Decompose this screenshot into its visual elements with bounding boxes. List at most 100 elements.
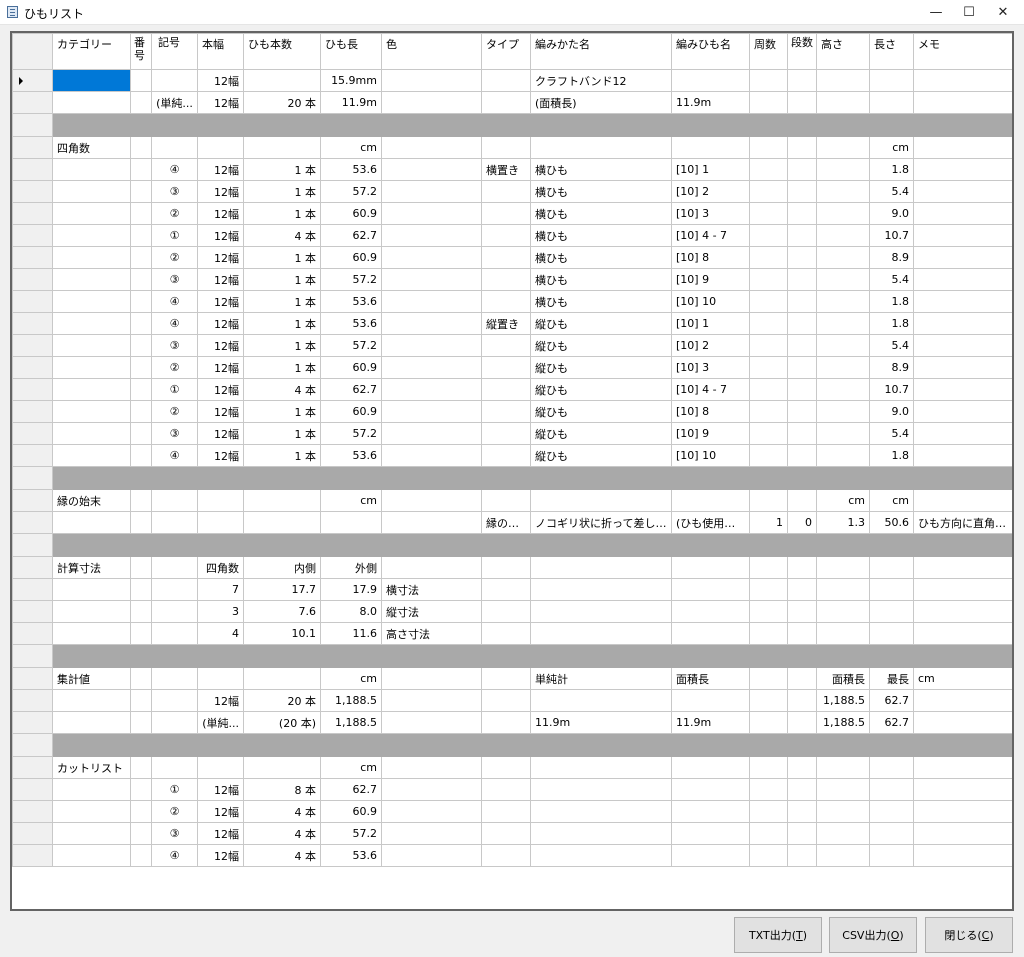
row-header[interactable] [12,136,53,159]
cell-method[interactable] [530,778,672,801]
cell-height[interactable] [816,334,870,357]
cell-steps[interactable] [787,312,817,335]
cell-method[interactable]: 横ひも [530,290,672,313]
row-header[interactable] [12,533,53,557]
cell-width[interactable] [197,667,244,690]
cell-method[interactable]: 横ひも [530,158,672,181]
cell-type[interactable] [481,667,531,690]
cell-method[interactable] [530,844,672,867]
cell-color[interactable] [381,158,482,181]
cell-height[interactable] [816,444,870,467]
cell-symbol[interactable] [151,711,198,734]
cell-symbol[interactable]: (単純... [151,91,198,114]
cell-height[interactable] [816,246,870,269]
cell-type[interactable] [481,444,531,467]
cell-color[interactable] [381,268,482,291]
cell-type[interactable] [481,91,531,114]
cell-strand[interactable]: [10] 4 - 7 [671,378,750,401]
cell-method[interactable]: 縦ひも [530,312,672,335]
cell-count[interactable] [243,667,321,690]
cell-type[interactable]: 横置き [481,158,531,181]
cell-method[interactable]: 縦ひも [530,422,672,445]
column-header-memo[interactable]: メモ [913,33,1012,70]
cell-rounds[interactable] [749,778,788,801]
cell-method[interactable]: 縦ひも [530,356,672,379]
cell-symbol[interactable]: ② [151,202,198,225]
cell-type[interactable] [481,356,531,379]
cell-category[interactable] [52,290,131,313]
row-header[interactable] [12,756,53,779]
cell-type[interactable]: 縦置き [481,312,531,335]
cell-width[interactable]: 4 [197,622,244,645]
cell-category[interactable] [52,69,131,92]
cell-color[interactable] [381,489,482,512]
cell-width[interactable]: 12幅 [197,356,244,379]
cell-len[interactable] [869,844,914,867]
close-window-button[interactable]: ✕ [986,0,1020,24]
cell-length[interactable]: 53.6 [320,290,382,313]
cell-number[interactable] [130,444,152,467]
cell-count[interactable]: 1 本 [243,268,321,291]
cell-len[interactable]: 1.8 [869,158,914,181]
cell-category[interactable]: 計算寸法 [52,556,131,579]
cell-method[interactable] [530,136,672,159]
cell-number[interactable] [130,312,152,335]
row-header[interactable] [12,224,53,247]
cell-count[interactable]: 1 本 [243,356,321,379]
row-header[interactable] [12,711,53,734]
cell-category[interactable] [52,312,131,335]
cell-count[interactable]: 20 本 [243,689,321,712]
cell-strand[interactable] [671,69,750,92]
cell-memo[interactable]: cm [913,667,1012,690]
cell-steps[interactable] [787,422,817,445]
cell-count[interactable]: 1 本 [243,290,321,313]
cell-category[interactable] [52,268,131,291]
cell-width[interactable]: 12幅 [197,844,244,867]
cell-method[interactable]: 縦ひも [530,444,672,467]
cell-length[interactable] [320,511,382,534]
cell-height[interactable] [816,756,870,779]
cell-length[interactable]: cm [320,756,382,779]
cell-memo[interactable] [913,356,1012,379]
cell-memo[interactable] [913,268,1012,291]
cell-category[interactable] [52,778,131,801]
cell-rounds[interactable] [749,312,788,335]
cell-height[interactable]: cm [816,489,870,512]
cell-steps[interactable] [787,800,817,823]
cell-length[interactable]: 62.7 [320,378,382,401]
cell-number[interactable] [130,202,152,225]
column-header-height[interactable]: 高さ [816,33,870,70]
cell-type[interactable] [481,334,531,357]
cell-number[interactable] [130,378,152,401]
cell-count[interactable]: 1 本 [243,312,321,335]
cell-length[interactable]: 17.9 [320,578,382,601]
cell-steps[interactable] [787,290,817,313]
cell-width[interactable]: 12幅 [197,422,244,445]
column-header-width[interactable]: 本幅 [197,33,244,70]
cell-width[interactable]: (単純... [197,711,244,734]
cell-count[interactable]: 4 本 [243,800,321,823]
cell-method[interactable]: 縦ひも [530,400,672,423]
cell-memo[interactable] [913,444,1012,467]
cell-category[interactable] [52,378,131,401]
cell-number[interactable] [130,136,152,159]
cell-length[interactable]: 60.9 [320,400,382,423]
cell-height[interactable] [816,202,870,225]
cell-width[interactable]: 12幅 [197,290,244,313]
cell-length[interactable]: 15.9mm [320,69,382,92]
cell-symbol[interactable] [151,600,198,623]
cell-len[interactable]: 5.4 [869,422,914,445]
column-header-steps[interactable]: 段数 [787,33,817,70]
row-header[interactable] [12,778,53,801]
cell-count[interactable]: 17.7 [243,578,321,601]
cell-width[interactable]: 7 [197,578,244,601]
cell-method[interactable]: 単純計 [530,667,672,690]
cell-len[interactable]: 62.7 [869,689,914,712]
cell-color[interactable] [381,711,482,734]
cell-strand[interactable] [671,800,750,823]
cell-number[interactable] [130,91,152,114]
cell-memo[interactable] [913,800,1012,823]
cell-rounds[interactable] [749,91,788,114]
cell-method[interactable] [530,800,672,823]
cell-rounds[interactable] [749,689,788,712]
